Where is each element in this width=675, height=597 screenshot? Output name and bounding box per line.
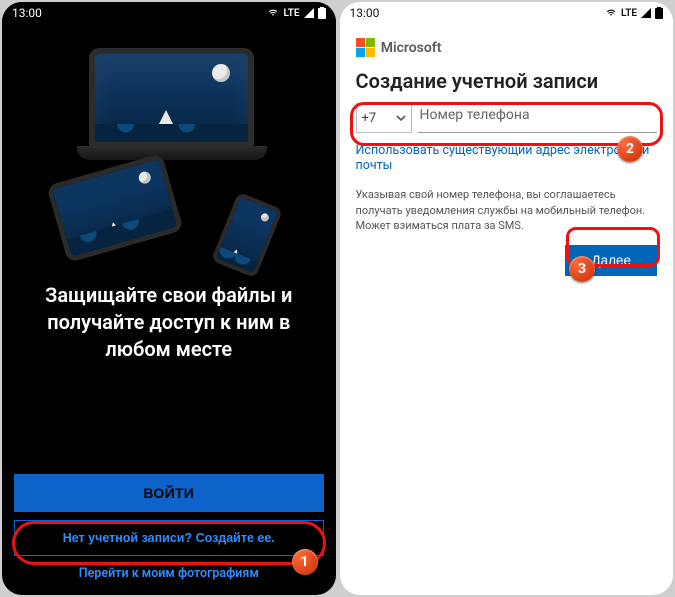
status-lte: LTE: [283, 8, 299, 19]
laptop-graphic: [89, 48, 254, 168]
status-bar: 13:00 LTE: [340, 2, 674, 24]
tablet-graphic: [46, 153, 183, 263]
country-code-select[interactable]: +7: [356, 103, 412, 133]
use-email-link[interactable]: Использовать существующий адрес электрон…: [356, 143, 658, 173]
ms-create-account-screen: Microsoft Создание учетной записи +7 Ном…: [340, 24, 674, 595]
status-bar: 13:00 LTE: [2, 2, 336, 24]
country-code-value: +7: [362, 111, 377, 126]
status-lte: LTE: [621, 8, 637, 19]
status-icons: LTE: [267, 7, 325, 19]
battery-icon: [318, 7, 326, 19]
status-icons: LTE: [605, 7, 663, 19]
microsoft-logo-icon: [356, 38, 375, 57]
sign-in-button[interactable]: ВОЙТИ: [14, 474, 324, 512]
microsoft-logo-text: Microsoft: [381, 40, 442, 56]
go-to-photos-link[interactable]: Перейти к моим фотографиям: [14, 566, 324, 581]
sms-disclaimer: Указывая свой номер телефона, вы соглаша…: [356, 187, 658, 233]
create-account-button[interactable]: Нет учетной записи? Создайте ее.: [14, 520, 324, 556]
wifi-icon: [605, 8, 617, 18]
microsoft-logo: Microsoft: [356, 38, 658, 57]
onedrive-welcome-screen: Защищайте свои файлы и получайте доступ …: [2, 24, 336, 595]
annotation-badge-3: 3: [569, 256, 595, 282]
wifi-icon: [267, 8, 279, 18]
phone-left: 13:00 LTE Защищайте с: [2, 2, 336, 595]
status-time: 13:00: [12, 6, 42, 20]
battery-icon: [655, 7, 663, 19]
phone-right: 13:00 LTE Microsoft Создание учетной зап…: [340, 2, 674, 595]
phone-input-row: +7 Номер телефона: [356, 103, 658, 133]
welcome-headline: Защищайте свои файлы и получайте доступ …: [20, 282, 318, 363]
chevron-down-icon: [396, 113, 406, 123]
phone-graphic: [211, 192, 283, 279]
signal-icon: [641, 8, 651, 18]
phone-number-input[interactable]: Номер телефона: [418, 103, 658, 133]
annotation-badge-1: 1: [292, 549, 318, 575]
status-time: 13:00: [350, 6, 380, 20]
page-title: Создание учетной записи: [356, 69, 658, 93]
devices-illustration: [49, 48, 289, 248]
signal-icon: [304, 8, 314, 18]
annotation-badge-2: 2: [617, 136, 643, 162]
